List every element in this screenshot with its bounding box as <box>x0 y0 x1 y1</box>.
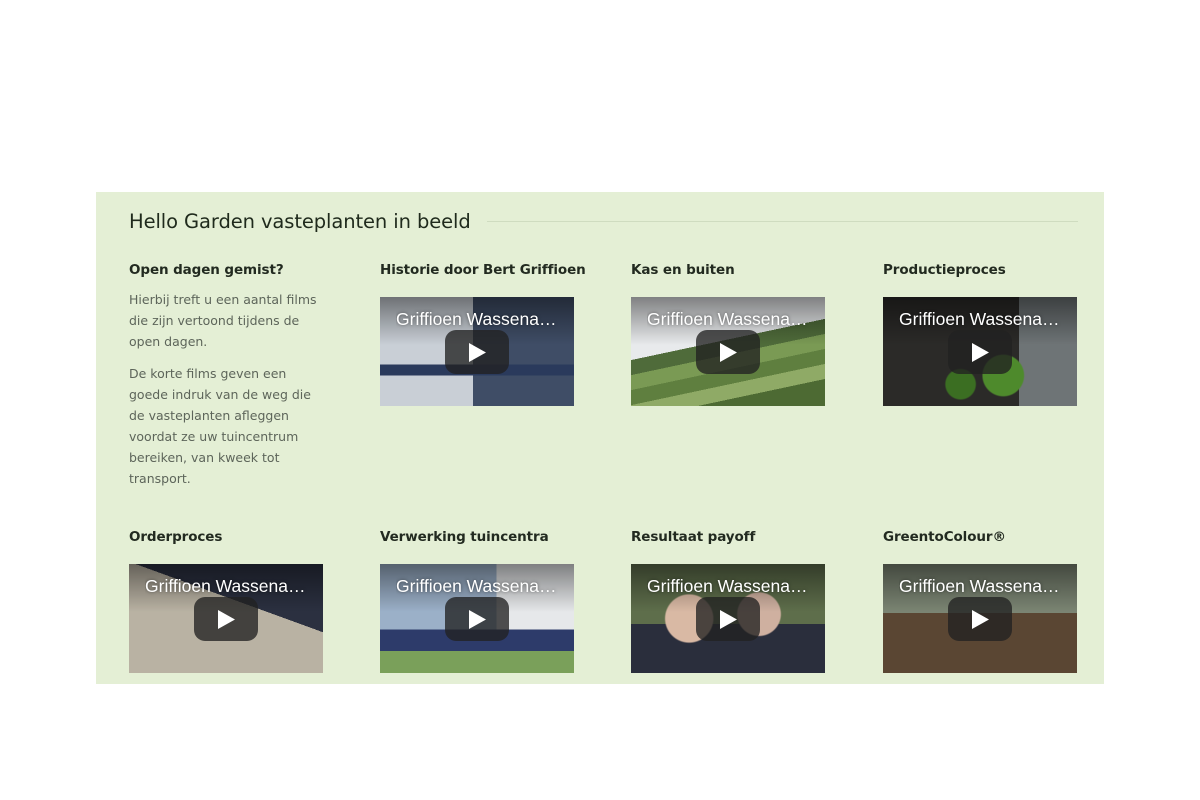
section-title: Hello Garden vasteplanten in beeld <box>129 209 471 233</box>
intro-paragraph: De korte films geven een goede indruk va… <box>129 366 311 486</box>
play-button[interactable] <box>948 597 1012 641</box>
video-title[interactable]: Griffioen Wassenaar... <box>396 576 562 597</box>
play-icon <box>469 343 486 362</box>
video-title[interactable]: Griffioen Wassenaar... <box>145 576 311 597</box>
video-card-title: Verwerking tuincentra <box>380 529 549 545</box>
intro-text: Hierbij treft u een aantal films die zij… <box>129 289 329 500</box>
video-player[interactable]: Griffioen Wassenaar... <box>631 297 825 406</box>
video-player[interactable]: Griffioen Wassenaar... <box>380 297 574 406</box>
play-icon <box>972 343 989 362</box>
section-divider <box>486 220 1078 222</box>
play-button[interactable] <box>948 330 1012 374</box>
intro-paragraph: Hierbij treft u een aantal films die zij… <box>129 292 317 349</box>
video-card-title: Resultaat payoff <box>631 529 756 545</box>
section-header: Hello Garden vasteplanten in beeld <box>129 206 1078 236</box>
video-player[interactable]: Griffioen Wassenaar... <box>883 564 1077 673</box>
play-icon <box>720 610 737 629</box>
video-player[interactable]: Griffioen Wassenaar... <box>631 564 825 673</box>
video-card-title: GreentoColour® <box>883 529 1006 545</box>
video-title[interactable]: Griffioen Wassenaar... <box>647 309 813 330</box>
video-card-title: Kas en buiten <box>631 262 735 278</box>
video-player[interactable]: Griffioen Wassenaar... <box>883 297 1077 406</box>
play-button[interactable] <box>696 330 760 374</box>
video-card-title: Orderproces <box>129 529 223 545</box>
intro-title: Open dagen gemist? <box>129 262 284 278</box>
videos-section: Hello Garden vasteplanten in beeld Open … <box>96 192 1104 684</box>
video-title[interactable]: Griffioen Wassenaar... <box>647 576 813 597</box>
play-button[interactable] <box>445 330 509 374</box>
play-icon <box>720 343 737 362</box>
video-player[interactable]: Griffioen Wassenaar... <box>129 564 323 673</box>
play-icon <box>469 610 486 629</box>
play-button[interactable] <box>445 597 509 641</box>
play-button[interactable] <box>194 597 258 641</box>
video-card-title: Historie door Bert Griffioen <box>380 262 586 278</box>
video-title[interactable]: Griffioen Wassenaar... <box>396 309 562 330</box>
video-title[interactable]: Griffioen Wassenaar... <box>899 576 1065 597</box>
video-card-title: Productieproces <box>883 262 1006 278</box>
video-player[interactable]: Griffioen Wassenaar... <box>380 564 574 673</box>
video-title[interactable]: Griffioen Wassenaar... <box>899 309 1065 330</box>
play-icon <box>218 610 235 629</box>
play-icon <box>972 610 989 629</box>
play-button[interactable] <box>696 597 760 641</box>
